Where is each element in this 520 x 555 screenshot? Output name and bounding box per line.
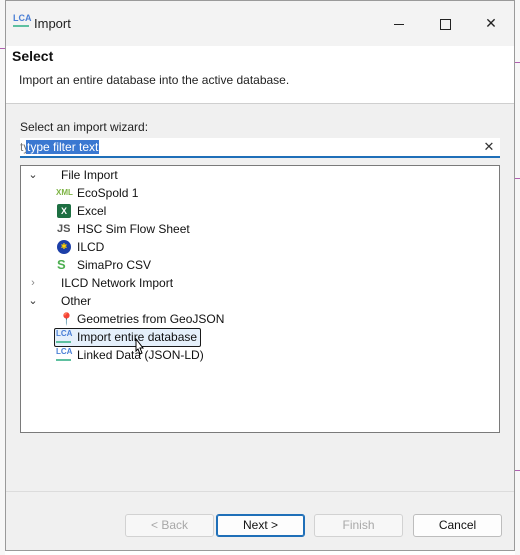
tree-item-label: EcoSpold 1 [77,186,139,200]
page-title: Select [12,48,54,64]
tree-group-other[interactable]: ⌄ Other [21,292,499,310]
background-divider [515,178,520,179]
excel-icon: X [57,204,71,218]
map-pin-icon: 📍 [59,312,74,326]
chevron-right-icon[interactable]: › [27,274,39,292]
tree-item-label: Excel [77,204,107,218]
close-icon: ✕ [485,15,497,31]
tree-group-ilcd-network[interactable]: › ILCD Network Import [21,274,499,292]
tree-item-label: ILCD [77,240,105,254]
cancel-button[interactable]: Cancel [413,514,502,537]
tree-item-hsc-sim[interactable]: JS HSC Sim Flow Sheet [21,220,499,238]
openlca-icon: LCA [13,14,32,30]
wizard-list-label: Select an import wizard: [20,120,149,134]
tree-item-geojson[interactable]: 📍 Geometries from GeoJSON [21,310,499,328]
footer-divider [6,491,514,492]
tree-group-label: ILCD Network Import [61,276,174,290]
tree-item-import-entire-database[interactable]: LCA Import entire database [21,328,499,347]
filter-input-value: type filter text [26,140,100,154]
page-description: Import an entire database into the activ… [19,73,290,87]
clear-filter-button[interactable]: ✕ [482,138,496,156]
finish-button[interactable]: Finish [314,514,403,537]
maximize-icon [439,18,451,30]
back-button[interactable]: < Back [125,514,214,537]
tree-item-ecospold[interactable]: XML EcoSpold 1 [21,184,499,202]
tree-group-label: File Import [61,168,118,182]
import-wizard-tree[interactable]: ⌄ File Import XML EcoSpold 1 X Excel JS … [20,165,500,433]
minimize-icon [394,23,404,25]
tree-item-label: Geometries from GeoJSON [77,312,225,326]
background-divider [515,470,520,471]
tree-item-label: HSC Sim Flow Sheet [77,222,190,236]
openlca-icon: LCA [56,348,72,362]
clear-icon: ✕ [483,139,495,154]
eu-flag-icon: ✱ [57,240,71,254]
maximize-button[interactable] [422,1,468,46]
filter-field[interactable]: type filter text ✕ [20,138,500,158]
tree-item-excel[interactable]: X Excel [21,202,499,220]
xml-icon: XML [56,188,73,197]
window-title: Import [34,16,71,31]
tree-item-simapro[interactable]: S SimaPro CSV [21,256,499,274]
tree-item-label: SimaPro CSV [77,258,152,272]
tree-item-linked-data[interactable]: LCA Linked Data (JSON-LD) [21,346,499,364]
chevron-down-icon[interactable]: ⌄ [27,292,39,310]
background-window-right-edge [515,0,520,555]
background-divider [515,62,520,63]
tree-group-label: Other [61,294,92,308]
next-button[interactable]: Next > [216,514,305,537]
minimize-button[interactable] [376,1,422,46]
simapro-icon: S [57,257,66,272]
chevron-down-icon[interactable]: ⌄ [27,166,39,184]
title-bar: LCA Import ✕ [6,1,514,46]
openlca-icon: LCA [56,330,72,344]
js-icon: JS [57,223,71,235]
tree-item-ilcd[interactable]: ✱ ILCD [21,238,499,256]
wizard-header: Select Import an entire database into th… [6,46,514,104]
mouse-cursor-icon [135,338,145,355]
close-button[interactable]: ✕ [468,1,514,46]
tree-group-file-import[interactable]: ⌄ File Import [21,166,499,184]
import-dialog: LCA Import ✕ Select Import an entire dat… [5,0,515,551]
